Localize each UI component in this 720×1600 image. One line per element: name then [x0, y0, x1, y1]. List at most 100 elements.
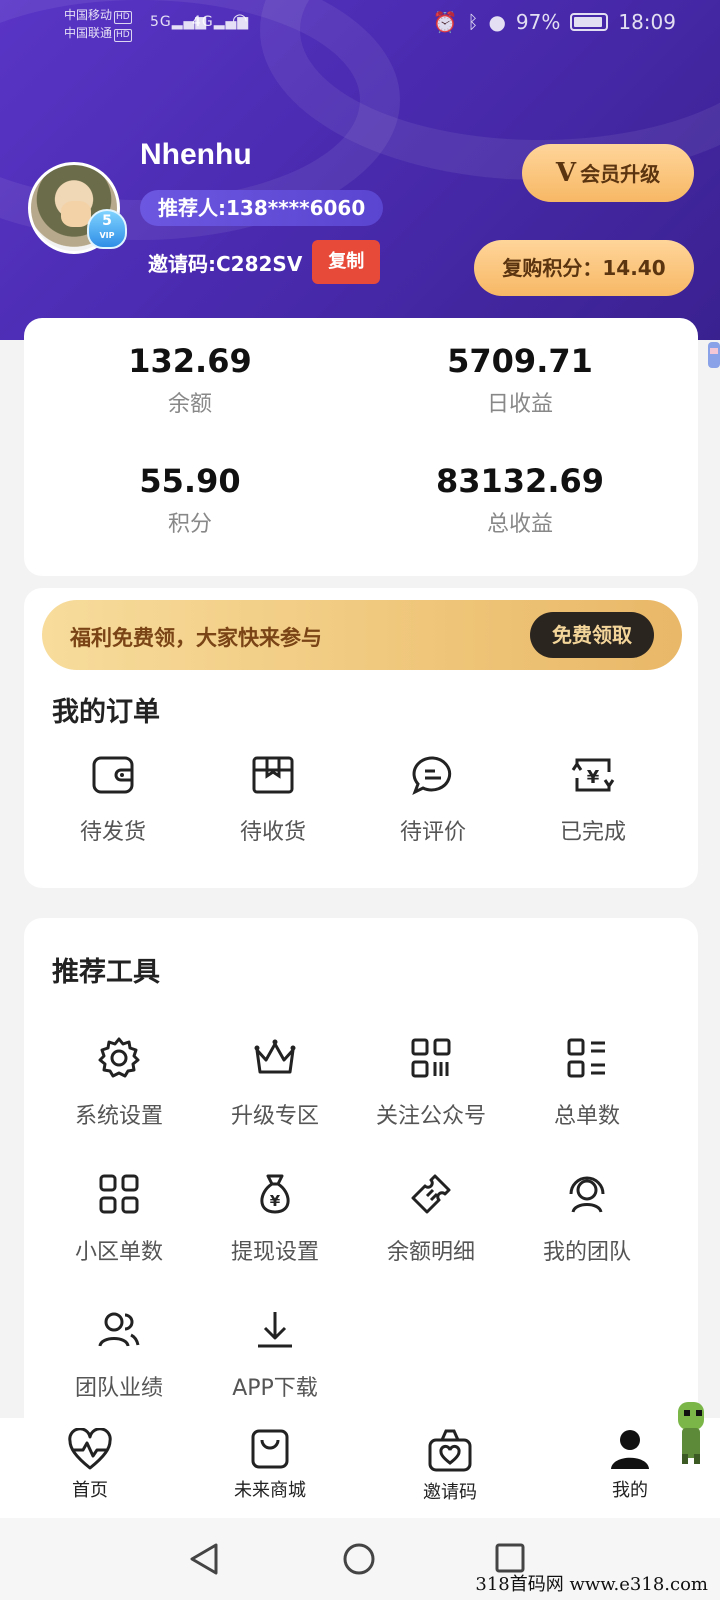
- tab-label: 我的: [612, 1480, 648, 1501]
- orders-card: 福利免费领，大家快来参与 免费领取 我的订单 待发货 待收货 待评价 ¥ 已完成: [24, 588, 698, 888]
- wifi-icon: ◠: [232, 10, 249, 31]
- tool-label: 总单数: [553, 1104, 620, 1129]
- alarm-icon: ⏰: [432, 10, 458, 34]
- yen-exchange-icon: ¥: [571, 758, 615, 792]
- banner-text: 福利免费领，大家快来参与: [70, 626, 322, 650]
- tool-app-download[interactable]: APP下载: [200, 1308, 350, 1402]
- home-circle-icon[interactable]: [342, 1542, 376, 1576]
- tool-balance-detail[interactable]: 余额明细: [356, 1172, 506, 1266]
- tool-label: APP下载: [232, 1376, 318, 1401]
- tool-team-performance[interactable]: 团队业绩: [44, 1308, 194, 1402]
- tool-label: 提现设置: [230, 1240, 319, 1265]
- gear-icon: [98, 1037, 140, 1078]
- shopping-bag-icon: [251, 1429, 289, 1469]
- download-icon: [258, 1312, 292, 1348]
- tool-label: 升级专区: [230, 1104, 319, 1129]
- carrier-2: 中国联通: [64, 26, 113, 40]
- person-icon: [611, 1430, 649, 1469]
- tool-upgrade-zone[interactable]: 升级专区: [200, 1036, 350, 1130]
- carrier-info: 中国移动 HD 中国联通 HD: [64, 6, 132, 42]
- qrcode-icon: [411, 1038, 451, 1078]
- money-bag-icon: ¥: [260, 1174, 290, 1214]
- vip-level: 5: [102, 213, 112, 229]
- tool-system-settings[interactable]: 系统设置: [44, 1036, 194, 1130]
- invite-code: 邀请码:C282SV: [148, 251, 303, 276]
- profile-header: 中国移动 HD 中国联通 HD 5G▂▄▆ 4G▂▄▆ ◠ ⏰ ᛒ ● 97% 18…: [0, 0, 720, 340]
- bluetooth-icon: ᛒ: [467, 11, 479, 33]
- stat-points[interactable]: 55.90 积分: [40, 462, 340, 538]
- free-claim-button[interactable]: 免费领取: [530, 612, 654, 658]
- crown-icon: [254, 1039, 296, 1074]
- orders-title: 我的订单: [52, 697, 160, 728]
- svg-text:¥: ¥: [587, 767, 600, 788]
- back-icon[interactable]: [188, 1542, 220, 1576]
- tool-label: 关注公众号: [375, 1104, 486, 1129]
- tab-label: 首页: [72, 1480, 108, 1501]
- hd-badge: HD: [114, 11, 132, 24]
- tab-mall[interactable]: 未来商城: [210, 1428, 330, 1502]
- chat-icon: [412, 756, 452, 796]
- vip-upgrade-button[interactable]: V 会员升级: [522, 144, 694, 202]
- tool-withdraw-settings[interactable]: ¥ 提现设置: [200, 1172, 350, 1266]
- vip-text: VIP: [99, 231, 115, 240]
- clock: 18:09: [618, 10, 676, 34]
- status-right: ⏰ ᛒ ● 97% 18:09: [433, 10, 676, 34]
- tool-label: 系统设置: [74, 1104, 163, 1129]
- tool-follow-account[interactable]: 关注公众号: [356, 1036, 506, 1130]
- avatar-face: [61, 201, 91, 227]
- list-icon: [567, 1038, 605, 1078]
- hd-badge: HD: [114, 29, 132, 42]
- vip-level-badge: 5 VIP: [87, 209, 127, 249]
- team-icon: [98, 1312, 140, 1347]
- ticket-icon: [411, 1174, 451, 1214]
- battery-percent: 97%: [515, 10, 561, 34]
- stat-daily-income[interactable]: 5709.71 日收益: [370, 342, 670, 418]
- stat-total-income[interactable]: 83132.69 总收益: [370, 462, 670, 538]
- order-label: 已完成: [559, 820, 626, 845]
- upgrade-label: 会员升级: [580, 162, 661, 186]
- tab-label: 邀请码: [423, 1482, 477, 1503]
- status-bar: 中国移动 HD 中国联通 HD 5G▂▄▆ 4G▂▄▆ ◠ ⏰ ᛒ ● 97% 18…: [0, 0, 720, 48]
- box-icon: [252, 756, 294, 794]
- stat-value: 5709.71: [447, 342, 593, 380]
- order-pending-ship[interactable]: 待发货: [38, 754, 188, 846]
- avatar[interactable]: 5 VIP: [28, 162, 127, 254]
- stat-balance[interactable]: 132.69 余额: [40, 342, 340, 418]
- welfare-banner[interactable]: 福利免费领，大家快来参与 免费领取: [42, 600, 682, 670]
- stat-label: 总收益: [486, 512, 553, 537]
- carrier-1: 中国移动: [64, 8, 113, 22]
- location-icon: ●: [488, 10, 506, 34]
- tool-label: 余额明细: [386, 1240, 475, 1265]
- tool-total-orders[interactable]: 总单数: [512, 1036, 662, 1130]
- support-icon: [569, 1176, 605, 1213]
- battery-icon: [570, 13, 609, 31]
- username: Nhenhu: [140, 138, 252, 171]
- tab-label: 未来商城: [234, 1480, 306, 1501]
- stat-value: 55.90: [139, 462, 241, 500]
- heart-pulse-icon: [68, 1428, 112, 1470]
- order-completed[interactable]: ¥ 已完成: [518, 754, 668, 846]
- referrer-badge: 推荐人:138****6060: [140, 190, 384, 226]
- watermark: 318首码网 www.e318.com: [475, 1574, 708, 1595]
- tool-my-team[interactable]: 我的团队: [512, 1172, 662, 1266]
- tab-invite[interactable]: 邀请码: [390, 1428, 510, 1504]
- repurchase-points-button[interactable]: 复购积分：14.40: [474, 240, 694, 296]
- order-label: 待发货: [79, 820, 146, 845]
- tool-district-orders[interactable]: 小区单数: [44, 1172, 194, 1266]
- tab-home[interactable]: 首页: [30, 1428, 150, 1502]
- grid-icon: [99, 1174, 139, 1214]
- invite-row: 邀请码:C282SV 复制: [148, 240, 381, 284]
- stat-label: 日收益: [486, 392, 553, 417]
- pixel-character-icon: [678, 1402, 704, 1464]
- stat-value: 83132.69: [435, 462, 604, 500]
- order-pending-review[interactable]: 待评价: [358, 754, 508, 846]
- copy-button[interactable]: 复制: [312, 240, 381, 284]
- gift-bag-icon: [428, 1429, 472, 1472]
- tools-title: 推荐工具: [52, 957, 160, 988]
- tool-label: 小区单数: [74, 1240, 163, 1265]
- svg-text:¥: ¥: [270, 1192, 281, 1210]
- order-pending-receive[interactable]: 待收货: [198, 754, 348, 846]
- wallet-icon: [92, 756, 134, 794]
- order-label: 待评价: [399, 820, 466, 845]
- stat-label: 积分: [167, 512, 212, 537]
